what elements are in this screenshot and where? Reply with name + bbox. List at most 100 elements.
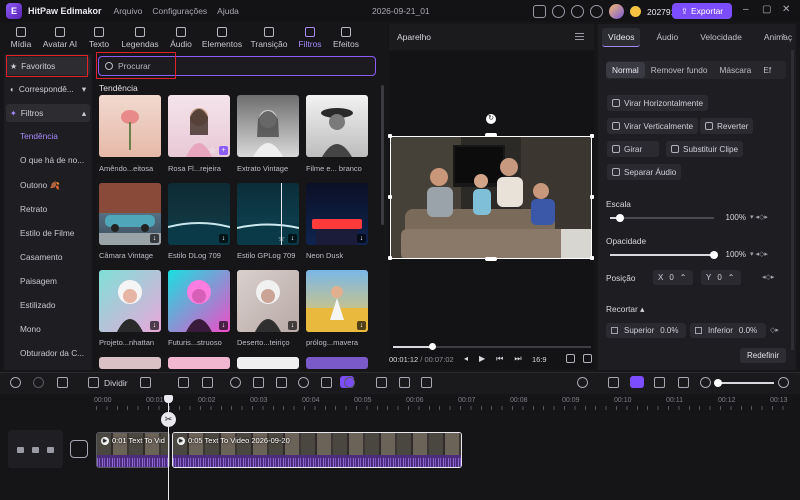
sidebar-item-tendencia[interactable]: Tendência [20, 131, 58, 141]
favorite-icon[interactable]: ☆ [208, 146, 217, 155]
step-back-icon[interactable]: ◂ [464, 354, 468, 364]
download-icon[interactable]: ↓ [219, 321, 228, 330]
sidebar-item-paisagem[interactable]: Paisagem [20, 276, 57, 286]
add-track-icon[interactable] [421, 377, 432, 388]
split-icon[interactable] [88, 377, 99, 388]
history-icon[interactable] [298, 377, 309, 388]
sidebar-item-casamento[interactable]: Casamento [20, 252, 62, 262]
filter-thumb[interactable] [306, 95, 368, 157]
video-frame[interactable] [390, 136, 592, 259]
tab-midia[interactable]: Mídia [4, 24, 38, 50]
subtab-efeitos[interactable]: Ef [757, 65, 777, 75]
sidebar-item-estilizado[interactable]: Estilizado [20, 300, 56, 310]
filter-thumb[interactable] [99, 95, 161, 157]
scale-value[interactable]: 100% [718, 211, 746, 224]
download-icon[interactable]: ↓ [150, 321, 159, 330]
menu-configuracoes[interactable]: Configurações [152, 6, 207, 16]
tab-transicao[interactable]: Transição [246, 24, 292, 50]
tab-audio-props[interactable]: Áudio [650, 28, 684, 47]
mute-icon[interactable] [47, 447, 54, 453]
crop-label[interactable]: Recortar ▴ [606, 304, 644, 314]
scissors-icon[interactable]: ✂ [161, 412, 176, 427]
download-icon[interactable]: ↓ [357, 234, 366, 243]
filter-thumb[interactable]: ↓ [99, 270, 161, 332]
skip-back-icon[interactable]: ⏮ [496, 354, 503, 364]
scale-track[interactable] [610, 217, 714, 219]
playhead-handle[interactable] [164, 395, 173, 403]
reset-button[interactable]: Redefinir [740, 348, 786, 363]
zoom-out-icon[interactable] [700, 377, 711, 388]
sidebar-item-mono[interactable]: Mono [20, 324, 41, 334]
keyframe-icon[interactable]: ▾ ◂◇▸ [750, 213, 768, 221]
crop-icon[interactable] [253, 377, 264, 388]
timeline-clip[interactable]: ▶ 0:01 Text To Vid [96, 432, 170, 468]
download-icon[interactable]: ↓ [357, 321, 366, 330]
resize-handle[interactable] [590, 134, 594, 138]
tab-filtros[interactable]: Filtros [292, 24, 328, 50]
flip-horizontal-button[interactable]: Virar Horizontalmente [607, 95, 709, 111]
keyframe-icon[interactable]: ▾ ◂◇▸ [750, 250, 768, 258]
settings-icon[interactable] [590, 5, 603, 18]
sidebar-item-outono[interactable]: Outono 🍂 [20, 180, 60, 191]
target-icon[interactable] [344, 377, 355, 388]
tab-animacao[interactable]: Animaç [758, 28, 798, 47]
filter-thumb[interactable] [306, 357, 368, 369]
tab-videos[interactable]: Vídeos [602, 28, 641, 47]
zoom-slider[interactable] [714, 382, 774, 384]
skip-forward-icon[interactable]: ⏭ [514, 354, 521, 364]
filter-thumb[interactable]: ↓ [99, 183, 161, 245]
filter-thumb[interactable]: ↓ [168, 270, 230, 332]
visibility-icon[interactable] [32, 447, 39, 453]
download-icon[interactable]: ↓ [288, 321, 297, 330]
fullscreen-icon[interactable] [583, 354, 592, 363]
sidebar-item-retrato[interactable]: Retrato [20, 204, 47, 214]
replace-clip-button[interactable]: Substituir Clipe [666, 141, 744, 157]
position-y-field[interactable]: Y 0 ⌃ [701, 270, 741, 285]
flip-vertical-button[interactable]: Virar Verticalmente [607, 118, 699, 134]
tab-audio[interactable]: Áudio [164, 24, 198, 50]
aspect-ratio-select[interactable]: 16:9 [532, 355, 547, 364]
resize-handle[interactable] [388, 134, 392, 138]
download-icon[interactable]: ↓ [219, 234, 228, 243]
position-x-field[interactable]: X 0 ⌃ [653, 270, 693, 285]
filter-thumb[interactable]: ↓ [306, 183, 368, 245]
tab-elementos[interactable]: Elementos [198, 24, 246, 50]
resize-handle[interactable] [590, 256, 594, 260]
text-box-icon[interactable] [376, 377, 387, 388]
close-icon[interactable]: ✕ [782, 4, 790, 15]
filter-thumb[interactable]: ☆ ↓ [237, 183, 299, 245]
filter-thumb[interactable] [237, 357, 299, 369]
text-tool-icon[interactable] [202, 377, 213, 388]
filter-thumb[interactable]: ↓ [237, 270, 299, 332]
sidebar-item-novidades[interactable]: O que há de no... [20, 155, 84, 165]
opacity-value[interactable]: 100% [718, 248, 746, 261]
shield-icon[interactable] [178, 377, 189, 388]
tab-texto[interactable]: Texto [82, 24, 116, 50]
redo-icon[interactable] [33, 377, 44, 388]
minimize-icon[interactable]: – [743, 4, 749, 15]
user-avatar[interactable] [609, 4, 624, 19]
subtab-remover-fundo[interactable]: Remover fundo [645, 65, 714, 75]
crop-top-field[interactable]: Superior 0.0% [606, 323, 686, 338]
filter-thumb[interactable]: ↓ [306, 270, 368, 332]
microphone-icon[interactable] [577, 377, 588, 388]
sidebar-item-filtros[interactable]: ✦ Filtros ▴ [6, 104, 90, 122]
snap-icon[interactable] [654, 377, 665, 388]
link-icon[interactable] [608, 377, 619, 388]
menu-icon[interactable] [575, 33, 584, 40]
resize-handle[interactable] [590, 195, 594, 199]
subtab-normal[interactable]: Normal [606, 62, 645, 78]
resize-handle[interactable] [485, 257, 497, 261]
properties-scrollbar[interactable] [791, 50, 794, 350]
resize-handle[interactable] [388, 195, 392, 199]
split-button[interactable]: Dividir [104, 378, 128, 388]
export-button[interactable]: ⇪ Exportar [672, 3, 732, 19]
opacity-knob[interactable] [710, 251, 718, 259]
play-icon[interactable]: ▶ [479, 354, 485, 364]
rotate-button[interactable]: Girar [607, 141, 659, 157]
magnet-icon[interactable] [630, 376, 644, 388]
download-icon[interactable] [571, 5, 584, 18]
progress-knob[interactable] [429, 343, 436, 350]
tab-efeitos[interactable]: Efeitos [328, 24, 364, 50]
keyframe-icon[interactable]: ◂◇▸ [762, 273, 774, 281]
